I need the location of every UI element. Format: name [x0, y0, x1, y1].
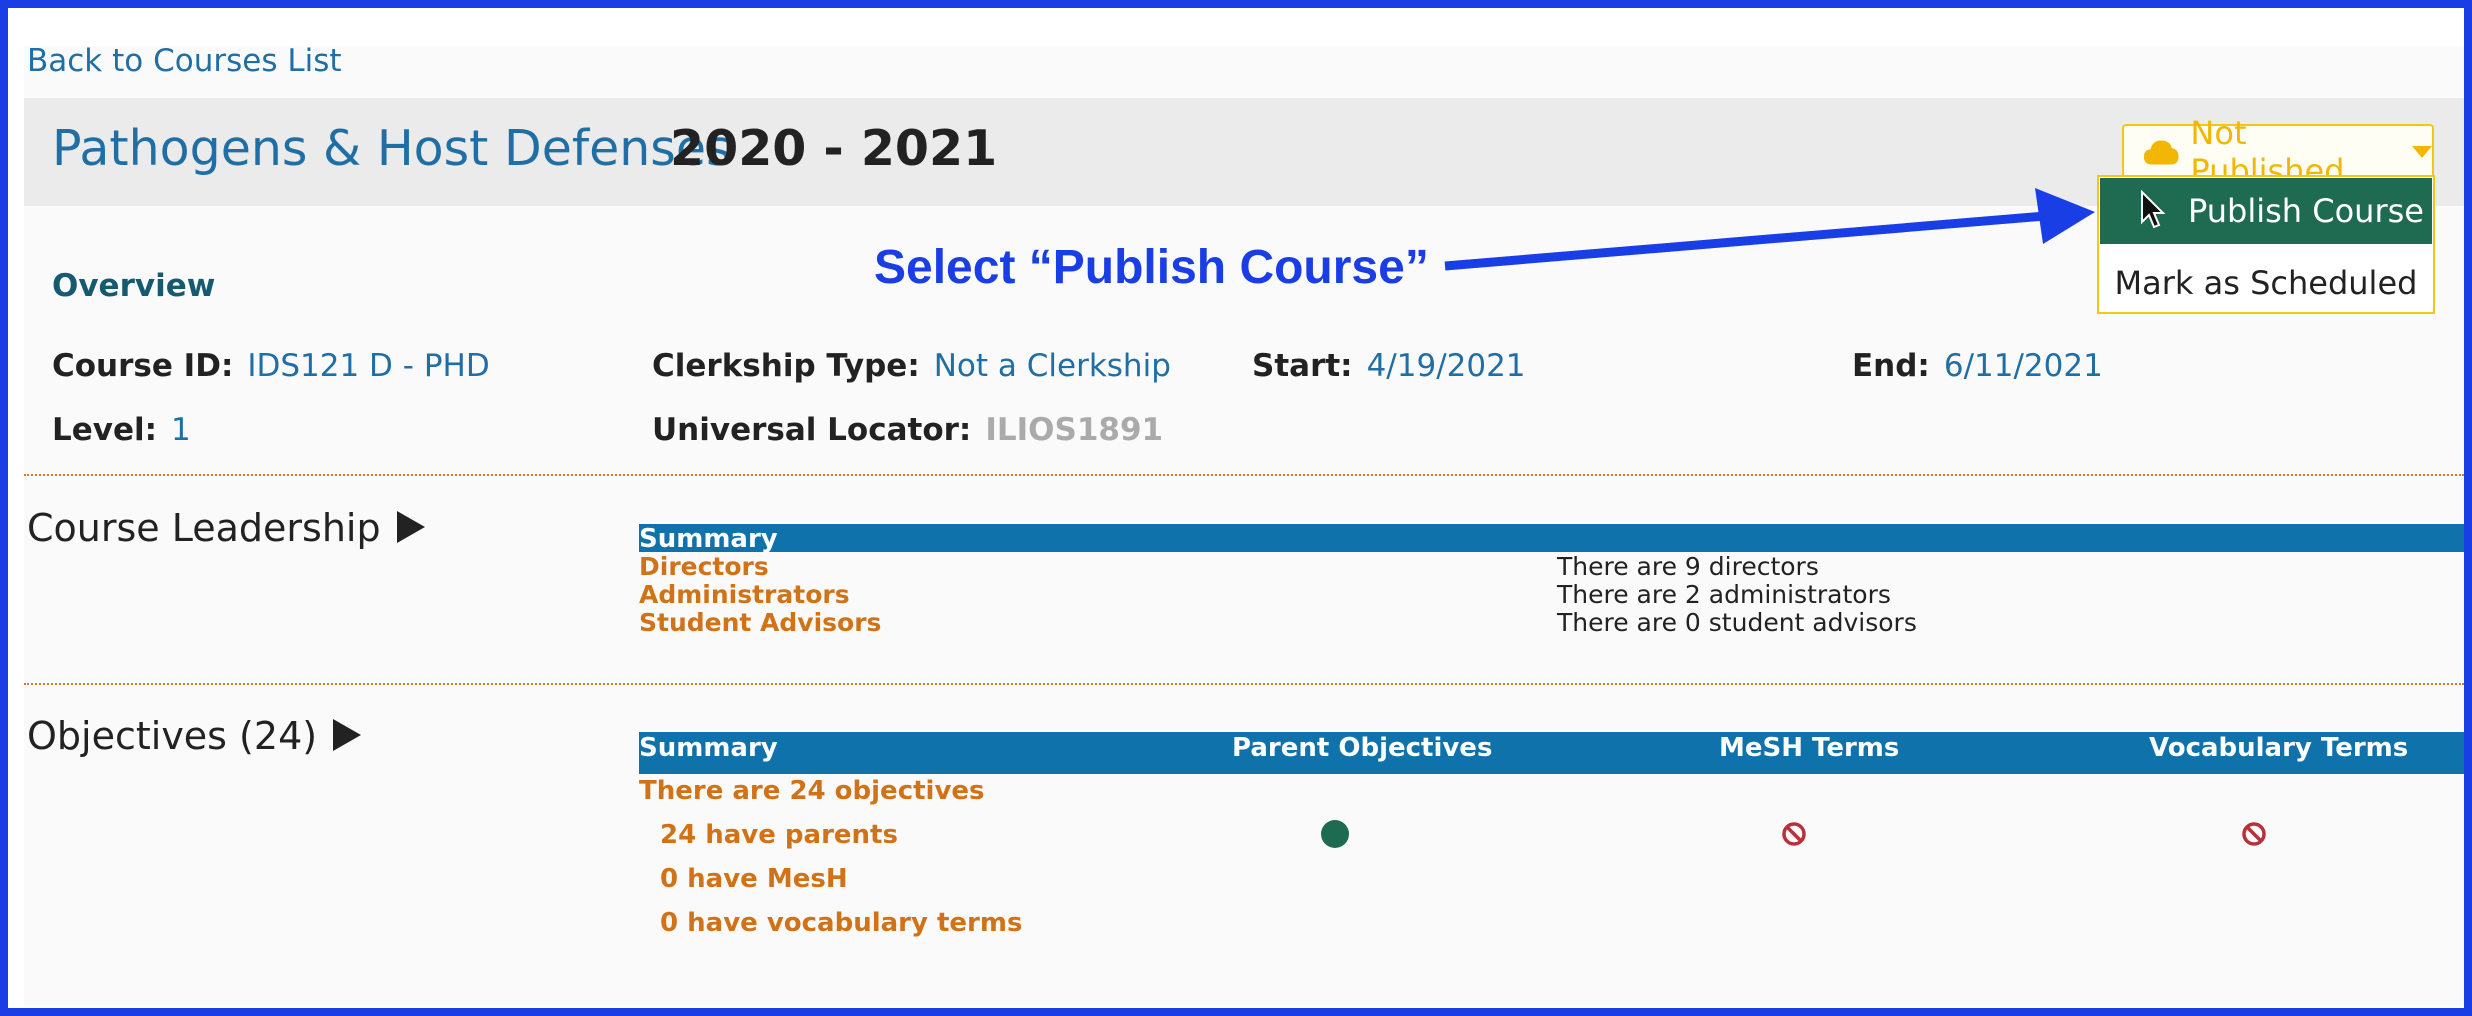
level-value[interactable]: 1 — [171, 412, 191, 448]
objectives-heading: Objectives (24) — [27, 714, 318, 758]
leadership-summary-title: Summary — [639, 524, 778, 554]
course-id-field: Course ID: IDS121 D - PHD — [52, 348, 490, 384]
objectives-summary-header: Summary Parent Objectives MeSH Terms Voc… — [639, 732, 2464, 774]
leadership-row-value: There are 2 administrators — [1557, 580, 1891, 609]
start-date-value[interactable]: 4/19/2021 — [1367, 348, 1526, 384]
course-id-label: Course ID: — [52, 348, 234, 384]
publish-status-dropdown[interactable]: Not Published — [2122, 114, 2434, 190]
level-label: Level: — [52, 412, 158, 448]
course-leadership-heading: Course Leadership — [27, 506, 381, 550]
cloud-icon — [2143, 140, 2179, 165]
objectives-detail-item: 24 have parents — [660, 820, 898, 850]
objectives-detail-item: 0 have vocabulary terms — [660, 908, 1023, 938]
leadership-row-value: There are 0 student advisors — [1557, 608, 1917, 637]
universal-locator-field: Universal Locator: ILIOS1891 — [652, 412, 1163, 448]
course-leadership-toggle[interactable]: Course Leadership — [27, 506, 425, 550]
start-date-field: Start: 4/19/2021 — [1252, 348, 1526, 384]
objectives-detail-item: 0 have MesH — [660, 864, 848, 894]
objectives-col-vocabulary: Vocabulary Terms — [2149, 733, 2409, 763]
start-date-label: Start: — [1252, 348, 1353, 384]
section-divider — [24, 683, 2464, 685]
clerkship-type-value[interactable]: Not a Clerkship — [934, 348, 1171, 384]
leadership-row: Directors There are 9 directors — [639, 552, 1819, 581]
objectives-count-summary: There are 24 objectives — [639, 776, 985, 806]
leadership-row-label[interactable]: Administrators — [639, 580, 850, 609]
objectives-toggle[interactable]: Objectives (24) — [27, 714, 362, 758]
clerkship-type-label: Clerkship Type: — [652, 348, 920, 384]
objectives-col-summary: Summary — [639, 733, 778, 763]
leadership-row: Administrators There are 2 administrator… — [639, 580, 1891, 609]
overview-heading: Overview — [52, 268, 216, 304]
objectives-col-parent: Parent Objectives — [1232, 733, 1493, 763]
course-title: Pathogens & Host Defenses — [52, 120, 732, 177]
objectives-col-mesh: MeSH Terms — [1719, 733, 1900, 763]
mouse-pointer-icon — [2141, 190, 2166, 229]
expand-arrow-icon — [396, 511, 425, 543]
ban-icon — [1782, 822, 1806, 846]
clerkship-type-field: Clerkship Type: Not a Clerkship — [652, 348, 1171, 384]
chevron-down-icon — [2412, 146, 2432, 158]
level-field: Level: 1 — [52, 412, 191, 448]
course-year: 2020 - 2021 — [670, 120, 998, 177]
instruction-annotation: Select “Publish Course” — [874, 241, 1429, 294]
complete-status-icon — [1321, 820, 1349, 848]
leadership-row: Student Advisors There are 0 student adv… — [639, 608, 1917, 637]
universal-locator-value: ILIOS1891 — [985, 412, 1164, 448]
mark-as-scheduled-menu-item[interactable]: Mark as Scheduled — [2100, 256, 2432, 310]
leadership-row-label[interactable]: Student Advisors — [639, 608, 881, 637]
expand-arrow-icon — [333, 719, 362, 751]
leadership-row-value: There are 9 directors — [1557, 552, 1819, 581]
course-id-value[interactable]: IDS121 D - PHD — [247, 348, 489, 384]
ban-icon — [2242, 822, 2266, 846]
leadership-row-label[interactable]: Directors — [639, 552, 769, 581]
end-date-value[interactable]: 6/11/2021 — [1944, 348, 2103, 384]
universal-locator-label: Universal Locator: — [652, 412, 972, 448]
back-to-courses-link[interactable]: Back to Courses List — [27, 43, 342, 79]
end-date-label: End: — [1852, 348, 1930, 384]
annotation-arrow — [1444, 188, 2095, 271]
leadership-summary-header: Summary — [639, 524, 2464, 554]
end-date-field: End: 6/11/2021 — [1852, 348, 2103, 384]
section-divider — [24, 474, 2464, 476]
